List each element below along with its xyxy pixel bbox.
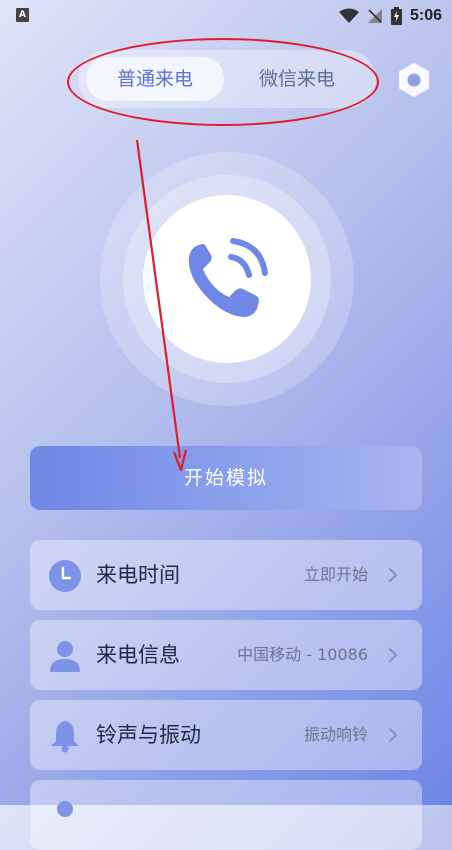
list-item-partial[interactable] [30,780,422,850]
call-type-switch: 普通来电 微信来电 [78,50,376,108]
row-label: 铃声与振动 [96,723,201,747]
call-circle[interactable] [143,195,311,363]
clock-icon [49,560,81,592]
chevron-right-icon [389,648,398,662]
battery-charging-icon [390,7,402,25]
status-right: 5:06 [338,4,442,28]
phone-ringing-icon [188,238,268,317]
person-icon [50,641,80,672]
row-value: 中国移动 - 10086 [237,645,368,664]
chevron-right-icon [389,568,398,582]
status-time: 5:06 [409,7,442,24]
status-bar: A 5:06 [0,0,452,32]
list-item-call-info[interactable]: 来电信息 中国移动 - 10086 [30,620,422,690]
person-icon [57,801,73,817]
row-label: 来电信息 [96,643,180,667]
row-value: 立即开始 [303,565,368,584]
settings-gear-icon[interactable] [395,61,433,99]
row-label: 来电时间 [96,563,180,587]
tab-normal-call[interactable]: 普通来电 [86,57,224,101]
signal-off-icon [367,9,382,23]
list-item-ringtone-vibration[interactable]: 铃声与振动 振动响铃 [30,700,422,770]
start-simulation-button[interactable]: 开始模拟 [30,446,422,510]
chevron-right-icon [389,728,398,742]
list-item-call-time[interactable]: 来电时间 立即开始 [30,540,422,610]
bell-icon [51,721,79,753]
row-value: 振动响铃 [303,725,368,744]
wifi-icon [338,8,359,23]
tab-wechat-call[interactable]: 微信来电 [228,57,366,101]
app-notification-icon: A [16,8,29,22]
